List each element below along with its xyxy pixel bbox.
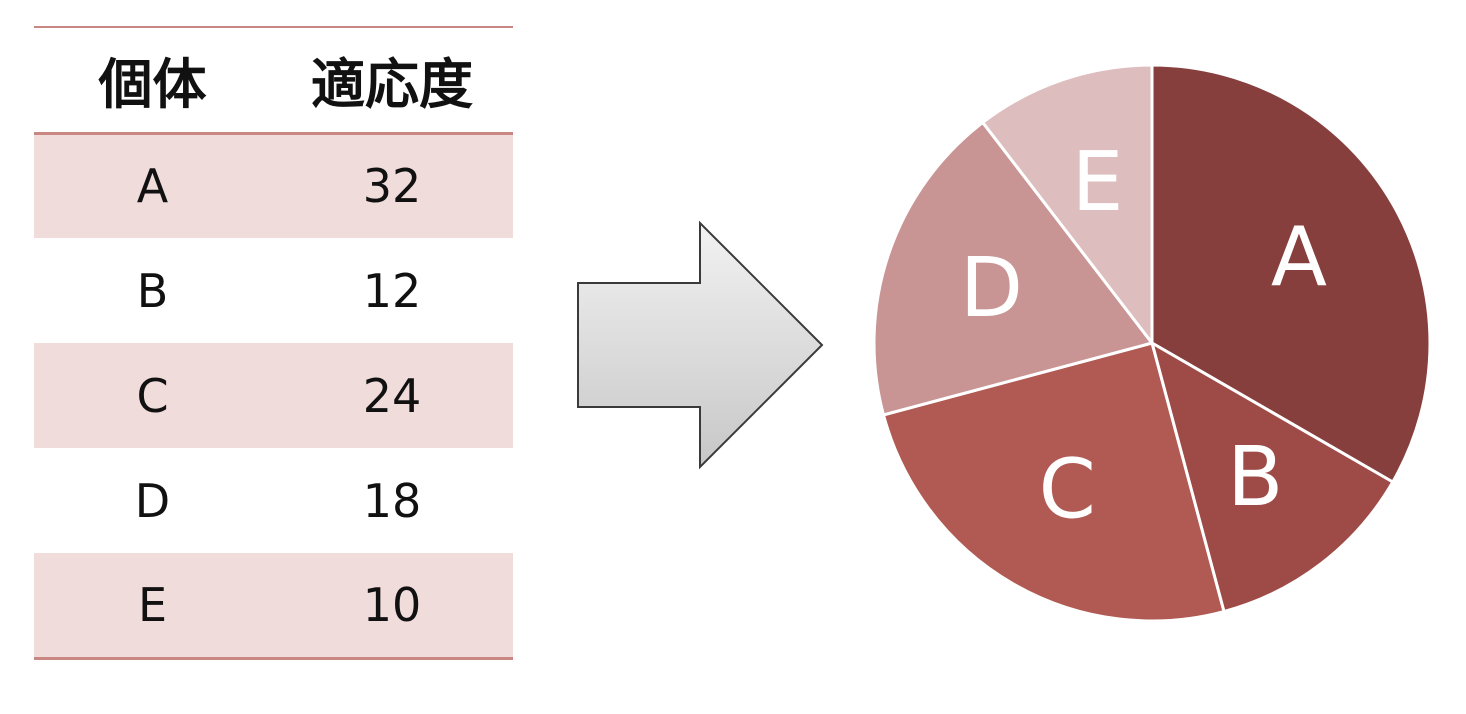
pie-label-c: C: [1039, 442, 1096, 537]
fitness-table-container: 個体 適応度 A 32 B 12 C 24 D 18 E 10: [34, 26, 513, 660]
row-fitness: 24: [362, 368, 422, 423]
row-name: D: [134, 473, 171, 528]
pie-label-d: D: [960, 241, 1023, 336]
row-fitness: 32: [362, 159, 422, 214]
arrow-shape: [577, 220, 824, 470]
table-row: D 18: [34, 448, 513, 553]
row-name: E: [137, 577, 168, 632]
table-header-row: 個体 適応度: [34, 27, 513, 133]
table-row: A 32: [34, 133, 513, 238]
table-row: C 24: [34, 343, 513, 448]
row-name: C: [136, 368, 169, 423]
pie-label-b: B: [1227, 430, 1283, 525]
fitness-pie-chart: A B C DE: [872, 63, 1432, 623]
header-individual: 個体: [98, 53, 207, 117]
right-arrow-icon: [577, 220, 824, 470]
pie-label-a: A: [1271, 211, 1327, 306]
row-name: B: [136, 263, 169, 318]
row-fitness: 18: [362, 473, 422, 528]
row-fitness: 10: [362, 577, 422, 632]
table-row: E 10: [34, 553, 513, 658]
row-name: A: [136, 159, 169, 214]
header-fitness: 適応度: [311, 53, 473, 117]
pie-label-e: E: [1072, 135, 1124, 230]
fitness-table: 個体 適応度 A 32 B 12 C 24 D 18 E 10: [34, 26, 513, 660]
table-row: B 12: [34, 238, 513, 343]
row-fitness: 12: [362, 263, 422, 318]
